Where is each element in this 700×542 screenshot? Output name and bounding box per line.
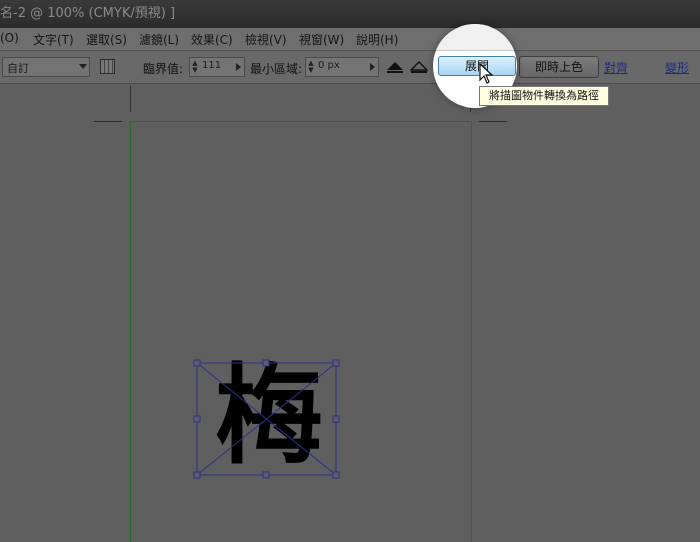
magnified-menu-strip [433,24,517,51]
tooltip: 將描圖物件轉換為路徑 [479,86,609,106]
expand-button[interactable]: 展開 [438,56,516,76]
selection-bounding-box[interactable] [0,0,700,536]
pointer-cursor-icon [479,63,494,84]
